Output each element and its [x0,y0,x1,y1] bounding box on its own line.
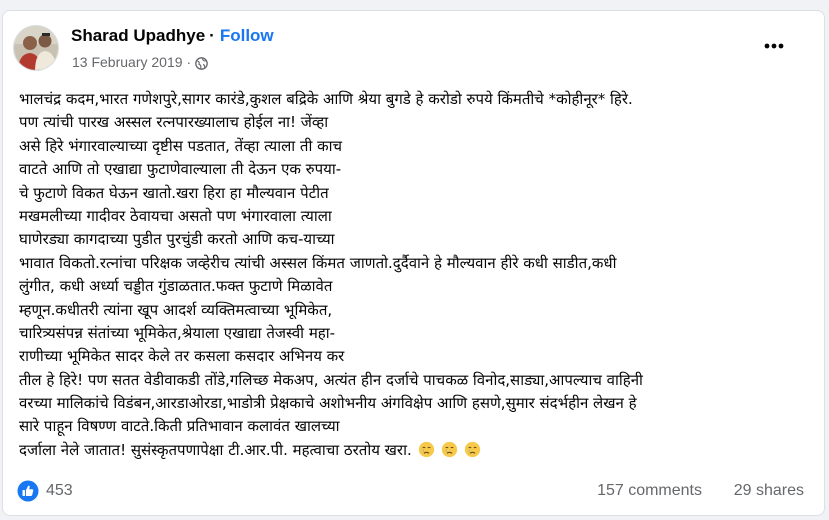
post-text-line: घाणेरड्या कागदाच्या पुडीत पुरचुंडी करतो … [19,230,335,249]
globe-icon[interactable] [195,56,209,70]
post-text-line: मखमलीच्या गादीवर ठेवायचा असतो पण भंगारवा… [19,206,332,225]
post-card: Sharad Upadhye · Follow 13 February 2019 ·… [2,10,825,516]
post-text: भालचंद्र कदम,भारत गणेशपुरे,सागर कारंडे,क… [19,88,814,462]
post-text-line: चारित्र्यसंपन्न संतांच्या भूमिकेत,श्रेया… [19,323,336,342]
post-text-line-last: दर्जाला नेले जातात! सुसंस्कृतपणापेक्षा ट… [19,439,814,462]
meta-dot: · [186,54,192,70]
crying-face-emoji [441,441,464,459]
post-text-line: तील हे हिरे! पण सतत वेडीवाकडी तोंडे,गलिच… [19,370,643,389]
post-text-line: भावात विकतो.रत्नांचा परिक्षक जव्हेरीच त्… [19,253,617,272]
post-meta: 13 February 2019 · [72,53,209,71]
post-text-line: असे हिरे भंगारवाल्याच्या दृष्टीस पडतात, … [19,136,343,155]
crying-face-emoji [464,441,481,459]
avatar-photo [14,26,58,70]
post-text-line: वाटते आणि तो एखाद्या फुटाणेवाल्याला ती द… [19,160,342,179]
reactions-bar: 453 157 comments 29 shares [17,480,812,504]
like-icon[interactable] [17,480,39,502]
follow-button[interactable]: Follow [220,26,274,45]
author-name[interactable]: Sharad Upadhye [71,26,205,45]
crying-face-emoji [418,441,441,459]
post-text-line: राणीच्या भूमिकेत सादर केले तर कसला कसदार… [19,347,345,366]
post-text-line: भालचंद्र कदम,भारत गणेशपुरे,सागर कारंडे,क… [19,90,633,108]
post-text-line: पण त्यांची पारख अस्सल रत्नपारख्यालाच होई… [19,113,329,132]
header-dot: · [209,26,215,45]
post-text-line: सारे पाहून विषण्ण वाटते.किती प्रतिभावान … [19,417,340,436]
shares-count-link[interactable]: 29 shares [734,482,804,500]
more-options-icon[interactable] [758,35,790,57]
post-text-line: लुंगीत, कधी अर्ध्या चड्डीत गुंडाळतात.फक्… [19,277,333,296]
comments-count-link[interactable]: 157 comments [597,482,702,500]
post-text-line: चे फुटाणे विकत घेऊन खातो.खरा हिरा हा मौल… [19,183,329,202]
author-avatar[interactable] [13,25,59,71]
post-text-line: दर्जाला नेले जातात! सुसंस्कृतपणापेक्षा ट… [19,440,412,459]
post-header: Sharad Upadhye · Follow [71,25,274,47]
post-date[interactable]: 13 February 2019 [72,53,183,71]
post-text-line: वरच्या मालिकांचे विडंबन,आरडाओरडा,भाडोत्र… [19,394,637,413]
reaction-count[interactable]: 453 [46,482,73,500]
post-text-line: म्हणून.कधीतरी त्यांना खूप आदर्श व्यक्तिम… [19,300,333,319]
